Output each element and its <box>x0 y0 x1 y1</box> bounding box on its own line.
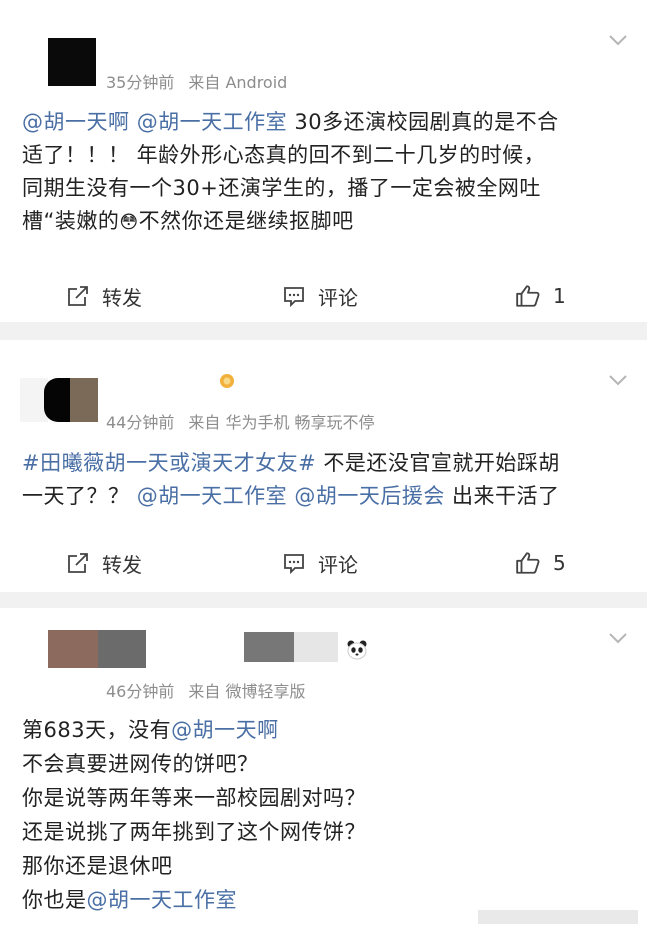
repost-icon <box>68 553 88 573</box>
post-text-segment: 那你还是退休吧 <box>22 854 173 878</box>
comment-icon <box>284 287 304 308</box>
post-text-line: 适了！！！ 年龄外形心态真的回不到二十几岁的时候， <box>22 139 632 172</box>
post-text: #田曦薇胡一天或演天才女友# 不是还没官宣就开始踩胡 一天了？？ @胡一天工作室 … <box>22 447 632 513</box>
panda-icon <box>347 640 367 660</box>
post-text: 第683天，没有@胡一天啊不会真要进网传的饼吧？ 你是说等两年等来一部校园剧对吗？… <box>22 713 632 917</box>
mention-link[interactable]: @胡一天后援会 <box>294 484 445 508</box>
post-text-line: #田曦薇胡一天或演天才女友# 不是还没官宣就开始踩胡 <box>22 447 632 480</box>
post-source: 来自 微博轻享版 <box>188 682 306 701</box>
mention-link[interactable]: @胡一天啊 <box>22 110 130 134</box>
thumbs-up-icon <box>516 285 540 307</box>
comment-label: 评论 <box>318 285 358 310</box>
post-time: 35分钟前 <box>106 73 175 92</box>
post-card: 44分钟前 来自 华为手机 畅享玩不停 #田曦薇胡一天或演天才女友# 不是还没官宣… <box>0 340 647 592</box>
username-redacted <box>294 632 338 662</box>
badge-icon <box>220 374 234 388</box>
post-time: 46分钟前 <box>106 682 175 701</box>
mention-link[interactable]: @胡一天啊 <box>171 718 279 742</box>
hashtag-link[interactable]: #田曦薇胡一天或演天才女友# <box>22 451 316 475</box>
post-meta: 46分钟前 来自 微博轻享版 <box>106 678 319 702</box>
chevron-down-icon[interactable] <box>609 34 627 46</box>
avatar[interactable] <box>48 38 96 86</box>
username-redacted <box>244 632 294 662</box>
post-text-line: 你是说等两年等来一部校园剧对吗？ <box>22 781 632 815</box>
post-text-segment: 30多还演校园剧真的是不合 <box>287 110 559 134</box>
post-text-segment: 槽“装嫩的 <box>22 209 120 233</box>
post-text-line: 第683天，没有@胡一天啊 <box>22 713 632 747</box>
chevron-down-icon[interactable] <box>609 374 627 386</box>
post-text-segment: 还是说挑了两年挑到了这个网传饼？ <box>22 820 366 844</box>
like-count: 1 <box>553 284 566 308</box>
comment-button[interactable]: 评论 <box>282 543 358 583</box>
post-text-line: 一天了？？ @胡一天工作室 @胡一天后援会 出来干活了 <box>22 480 632 513</box>
post-text-segment: 不会真要进网传的饼吧？ <box>22 752 259 776</box>
thumbs-up-icon <box>516 552 540 574</box>
post-card: 46分钟前 来自 微博轻享版 第683天，没有@胡一天啊不会真要进网传的饼吧？ 你是… <box>0 608 647 935</box>
post-text-segment: 一天了？？ <box>22 484 137 508</box>
post-text-segment: 第683天，没有 <box>22 718 172 742</box>
avatar[interactable] <box>20 378 98 422</box>
post-separator <box>0 322 647 340</box>
post-text-line: 那你还是退休吧 <box>22 849 632 883</box>
repost-label: 转发 <box>102 552 142 577</box>
post-text-segment <box>130 110 137 134</box>
avatar[interactable] <box>48 630 146 668</box>
post-text-line: 同期生没有一个30+还演学生的，播了一定会被全网吐 <box>22 172 632 205</box>
post-card: 35分钟前 来自 Android @胡一天啊 @胡一天工作室 30多还演校园剧真的… <box>0 0 647 322</box>
post-text: @胡一天啊 @胡一天工作室 30多还演校园剧真的是不合适了！！！ 年龄外形心态真… <box>22 106 632 239</box>
mention-link[interactable]: @胡一天工作室 <box>87 888 238 912</box>
watermark-bar <box>478 910 638 924</box>
repost-label: 转发 <box>102 285 142 310</box>
post-actions: 转发 评论 5 <box>0 543 647 583</box>
post-text-segment: 不是还没官宣就开始踩胡 <box>316 451 560 475</box>
mention-link[interactable]: @胡一天工作室 <box>137 110 288 134</box>
repost-button[interactable]: 转发 <box>66 276 142 316</box>
post-text-line: 槽“装嫩的😳不然你还是继续抠脚吧 <box>22 205 632 239</box>
post-actions: 转发 评论 1 <box>0 276 647 316</box>
repost-icon <box>68 286 88 306</box>
post-separator <box>0 592 647 608</box>
post-text-segment: 你也是 <box>22 888 87 912</box>
emoji-icon: 😳 <box>119 212 139 233</box>
post-text-segment: 不然你还是继续抠脚吧 <box>138 209 354 233</box>
post-text-segment: 出来干活了 <box>444 484 560 508</box>
repost-button[interactable]: 转发 <box>66 543 142 583</box>
post-text-segment: 同期生没有一个30+还演学生的，播了一定会被全网吐 <box>22 176 541 200</box>
comment-button[interactable]: 评论 <box>282 276 358 316</box>
like-button[interactable]: 5 <box>515 543 566 583</box>
post-source: 来自 Android <box>188 73 288 92</box>
mention-link[interactable]: @胡一天工作室 <box>137 484 288 508</box>
post-meta: 44分钟前 来自 华为手机 畅享玩不停 <box>106 409 389 433</box>
post-text-segment: 你是说等两年等来一部校园剧对吗？ <box>22 786 366 810</box>
post-text-line: 还是说挑了两年挑到了这个网传饼？ <box>22 815 632 849</box>
like-button[interactable]: 1 <box>515 276 566 316</box>
comment-label: 评论 <box>318 552 358 577</box>
post-meta: 35分钟前 来自 Android <box>106 69 301 93</box>
chevron-down-icon[interactable] <box>609 632 627 644</box>
post-time: 44分钟前 <box>106 413 175 432</box>
like-count: 5 <box>553 551 566 575</box>
post-text-segment: 适了！！！ 年龄外形心态真的回不到二十几岁的时候， <box>22 143 546 167</box>
comment-icon <box>284 554 304 575</box>
post-source: 来自 华为手机 畅享玩不停 <box>188 413 375 432</box>
post-text-line: 不会真要进网传的饼吧？ <box>22 747 632 781</box>
post-text-line: @胡一天啊 @胡一天工作室 30多还演校园剧真的是不合 <box>22 106 632 139</box>
